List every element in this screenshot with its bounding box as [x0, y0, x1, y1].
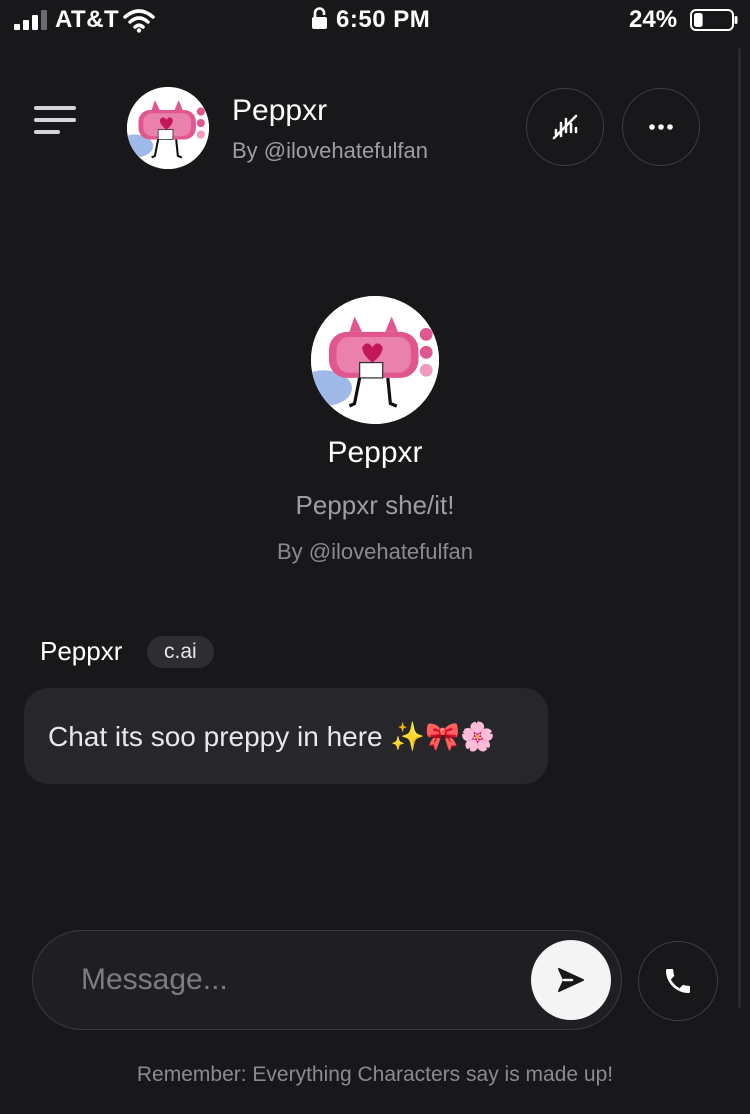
send-button[interactable] [531, 940, 611, 1020]
intro-avatar[interactable] [311, 296, 439, 424]
header-author[interactable]: By @ilovehatefulfan [232, 138, 428, 164]
intro-character-name: Peppxr [327, 436, 423, 469]
message-text: Chat its soo preppy in here ✨🎀🌸 [48, 720, 496, 752]
battery-fill [694, 13, 703, 27]
more-options-button[interactable] [622, 88, 700, 166]
ai-badge: c.ai [147, 636, 214, 668]
message-composer [32, 930, 622, 1030]
carrier-label: AT&T [55, 6, 120, 33]
header-character-name: Peppxr [232, 94, 328, 127]
more-icon [649, 124, 673, 130]
send-icon [558, 968, 584, 992]
battery-icon [690, 9, 738, 31]
lock-icon [312, 7, 327, 29]
avatar-image [127, 87, 209, 169]
battery-percent: 24% [629, 6, 678, 33]
disclaimer-text: Remember: Everything Characters say is m… [136, 1063, 614, 1086]
signal-icon [14, 10, 48, 30]
scrollbar[interactable] [738, 48, 741, 1008]
call-button[interactable] [638, 941, 718, 1021]
intro-author[interactable]: By @ilovehatefulfan [0, 539, 750, 565]
status-bar: AT&T 6:50 PM 24% [0, 0, 750, 44]
clock: 6:50 PM [336, 6, 431, 33]
phone-icon [666, 969, 690, 993]
mute-button[interactable] [526, 88, 604, 166]
menu-icon[interactable] [34, 104, 78, 136]
avatar-image [311, 296, 439, 424]
mute-icon [552, 114, 578, 140]
message-bubble[interactable]: Chat its soo preppy in here ✨🎀🌸 [24, 688, 548, 784]
message-sender: Peppxr [40, 636, 123, 666]
intro-tagline: Peppxr she/it! [295, 490, 455, 520]
message-input[interactable] [81, 955, 521, 1005]
character-avatar[interactable] [127, 87, 209, 169]
wifi-icon [123, 9, 155, 33]
